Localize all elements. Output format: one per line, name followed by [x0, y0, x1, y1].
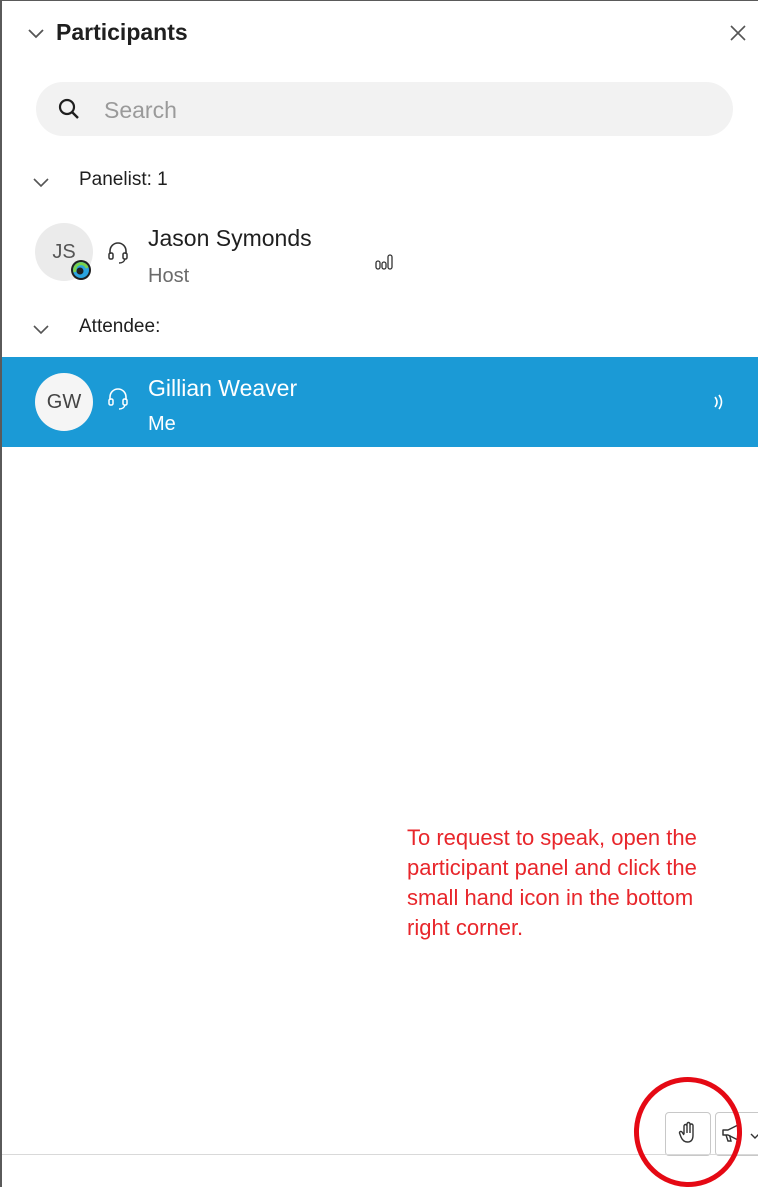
- group-label: Attendee:: [79, 316, 161, 337]
- participant-row-gillian-weaver[interactable]: GW Gillian Weaver Me: [2, 357, 758, 447]
- annotation-circle: [626, 1070, 750, 1187]
- participant-role: Host: [148, 265, 190, 287]
- headset-icon: [107, 241, 129, 270]
- participant-role: Me: [148, 413, 176, 435]
- webex-badge-icon: [69, 258, 93, 287]
- close-icon[interactable]: [726, 21, 750, 45]
- audio-level-icon: [375, 253, 393, 276]
- chevron-down-icon: [32, 173, 50, 196]
- participant-name: Jason Symonds: [148, 225, 312, 251]
- panel-header: Participants: [2, 1, 758, 65]
- search-bar[interactable]: [36, 82, 733, 136]
- participants-panel: Participants Panelist: 1 JS: [0, 0, 758, 1187]
- panelist-group-header[interactable]: Panelist: 1: [2, 161, 758, 201]
- chevron-down-icon: [32, 320, 50, 343]
- speaking-icon: [712, 392, 726, 417]
- panel-title: Participants: [56, 19, 188, 45]
- search-input[interactable]: [102, 91, 706, 129]
- search-icon: [57, 97, 81, 126]
- participant-name: Gillian Weaver: [148, 375, 298, 401]
- avatar: GW: [35, 373, 93, 431]
- headset-icon: [107, 387, 129, 416]
- attendee-group-header[interactable]: Attendee:: [2, 308, 758, 348]
- instruction-annotation: To request to speak, open the participan…: [407, 825, 697, 940]
- chevron-down-icon[interactable]: [750, 1128, 758, 1146]
- chevron-down-icon[interactable]: [26, 23, 46, 48]
- participant-row-jason-symonds[interactable]: JS Jason Symonds Host: [2, 201, 758, 291]
- group-label: Panelist: 1: [79, 169, 168, 190]
